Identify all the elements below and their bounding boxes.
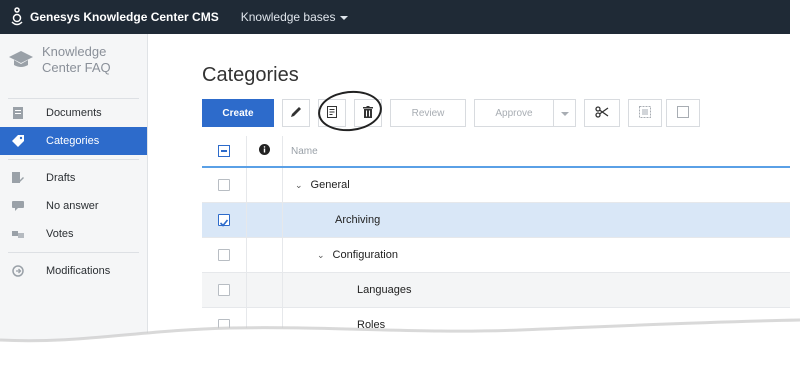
chevron-down-icon[interactable]: ⌄: [295, 180, 303, 191]
knowledge-bases-label: Knowledge bases: [240, 10, 336, 24]
select-all-cell: [202, 136, 247, 166]
knowledge-bases-menu[interactable]: Knowledge bases: [241, 10, 349, 24]
app-title: Genesys Knowledge Center CMS: [30, 10, 219, 24]
table-row[interactable]: ⌄ General: [202, 168, 790, 203]
approve-dropdown-button[interactable]: [554, 99, 576, 127]
select-all-checkbox[interactable]: [218, 145, 230, 157]
chevron-down-icon: [340, 16, 349, 20]
row-name: Archiving: [335, 214, 381, 226]
top-bar: Genesys Knowledge Center CMS Knowledge b…: [0, 0, 790, 34]
kb-title: Knowledge Center FAQ: [42, 44, 111, 76]
pencil-icon: [290, 106, 302, 121]
row-checkbox[interactable]: [218, 179, 230, 191]
sidebar-item-documents[interactable]: Documents: [0, 99, 147, 127]
sidebar-item-modifications[interactable]: Modifications: [0, 257, 147, 285]
name-column-header[interactable]: Name: [283, 136, 790, 166]
kb-title-line1: Knowledge: [42, 44, 107, 59]
torn-edge-decoration: [0, 318, 800, 378]
table-header: Name: [202, 136, 790, 168]
table-row[interactable]: ⌄ Configuration: [202, 238, 790, 273]
toolbar: Create Review Approve: [202, 99, 700, 127]
square-icon: [677, 105, 689, 121]
sidebar-item-categories[interactable]: Categories: [0, 127, 147, 155]
paste-button[interactable]: [666, 99, 700, 127]
chevron-down-icon: [560, 112, 569, 116]
kb-header: Knowledge Center FAQ: [0, 34, 147, 90]
row-checkbox[interactable]: [218, 249, 230, 261]
divider: [8, 159, 139, 160]
history-icon: [12, 265, 24, 277]
sidebar-item-votes[interactable]: Votes: [0, 220, 147, 248]
row-checkbox[interactable]: [218, 214, 230, 227]
dashed-frame-icon: [639, 105, 651, 121]
row-name: General: [310, 179, 350, 191]
divider: [8, 252, 139, 253]
info-icon: [259, 142, 270, 160]
row-name: Configuration: [332, 249, 398, 261]
scissors-icon: [595, 105, 609, 121]
sidebar-item-label: Modifications: [46, 265, 111, 277]
kb-title-line2: Center FAQ: [42, 60, 111, 75]
page-title: Categories: [202, 64, 299, 86]
chat-icon: [12, 200, 24, 212]
edit-button[interactable]: [282, 99, 310, 127]
approve-button[interactable]: Approve: [474, 99, 554, 127]
tag-icon: [12, 135, 24, 147]
sidebar-item-label: Categories: [46, 135, 100, 147]
review-button[interactable]: Review: [390, 99, 466, 127]
chevron-down-icon[interactable]: ⌄: [317, 250, 325, 261]
sidebar-item-no-answer[interactable]: No answer: [0, 192, 147, 220]
name-header-label: Name: [291, 145, 318, 157]
sidebar-item-label: Documents: [46, 107, 102, 119]
sidebar-item-label: Votes: [46, 228, 74, 240]
create-button[interactable]: Create: [202, 99, 274, 127]
cut-button[interactable]: [584, 99, 620, 127]
row-name: Languages: [357, 284, 412, 296]
row-checkbox[interactable]: [218, 284, 230, 296]
sidebar-item-drafts[interactable]: Drafts: [0, 164, 147, 192]
genesys-logo-icon: [10, 7, 24, 27]
drafts-icon: [12, 172, 24, 184]
paste-into-button[interactable]: [628, 99, 662, 127]
table-row[interactable]: Archiving: [202, 203, 790, 238]
votes-icon: [12, 228, 24, 240]
graduation-cap-icon: [8, 50, 34, 70]
document-icon: [12, 107, 24, 119]
sidebar-item-label: Drafts: [46, 172, 76, 184]
sidebar-item-label: No answer: [46, 200, 99, 212]
info-header-cell: [247, 136, 283, 166]
